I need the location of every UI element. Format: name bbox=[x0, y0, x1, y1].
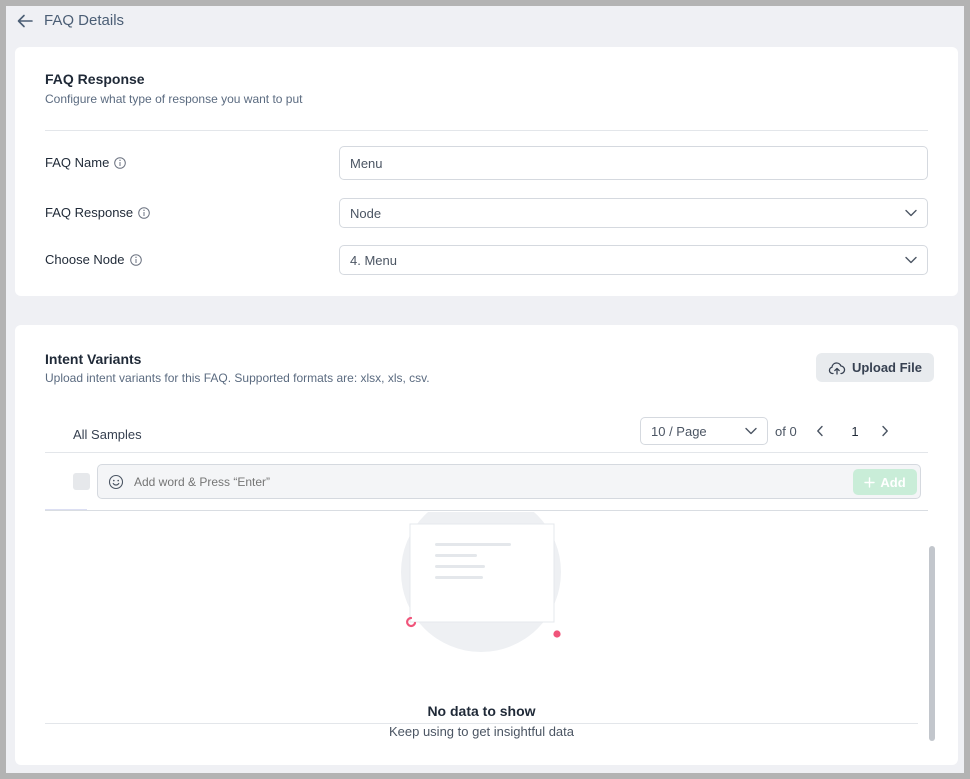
samples-toolbar: All Samples 10 / Page of 0 1 bbox=[45, 413, 928, 453]
divider bbox=[45, 130, 928, 131]
info-icon[interactable] bbox=[138, 206, 150, 219]
choose-node-value: 4. Menu bbox=[350, 252, 397, 268]
table-divider bbox=[45, 510, 928, 511]
choose-node-select[interactable]: 4. Menu bbox=[339, 245, 928, 275]
all-samples-label: All Samples bbox=[73, 427, 142, 442]
cloud-upload-icon bbox=[828, 361, 846, 375]
upload-file-label: Upload File bbox=[851, 360, 922, 375]
plus-icon bbox=[864, 476, 876, 488]
faq-response-card: FAQ Response Configure what type of resp… bbox=[15, 47, 958, 296]
faq-response-label: FAQ Response bbox=[45, 205, 150, 220]
faq-name-label-text: FAQ Name bbox=[45, 155, 110, 170]
select-all-checkbox[interactable] bbox=[73, 473, 90, 490]
chevron-down-icon bbox=[745, 427, 757, 435]
chevron-left-icon bbox=[817, 425, 823, 437]
faq-response-label-text: FAQ Response bbox=[45, 205, 134, 220]
faq-details-page: FAQ Details FAQ Response Configure what … bbox=[6, 6, 964, 773]
chevron-down-icon bbox=[905, 256, 917, 264]
page-size-value: 10 / Page bbox=[651, 423, 707, 439]
page-size-select[interactable]: 10 / Page bbox=[640, 417, 768, 445]
chevron-down-icon bbox=[905, 209, 917, 217]
add-button-label: Add bbox=[880, 474, 906, 490]
upload-file-button[interactable]: Upload File bbox=[815, 353, 934, 382]
emoji-icon[interactable] bbox=[108, 474, 124, 490]
choose-node-label-text: Choose Node bbox=[45, 252, 125, 267]
add-button[interactable]: Add bbox=[853, 469, 917, 495]
faq-name-label: FAQ Name bbox=[45, 155, 127, 170]
page-header: FAQ Details bbox=[6, 6, 964, 36]
add-variant-input[interactable] bbox=[134, 465, 834, 498]
empty-state-subtitle: Keep using to get insightful data bbox=[388, 724, 575, 739]
section-subtitle: Configure what type of response you want… bbox=[45, 92, 303, 106]
arrow-left-icon bbox=[17, 14, 33, 28]
next-page-button[interactable] bbox=[876, 422, 894, 440]
faq-name-input[interactable] bbox=[339, 146, 928, 180]
intent-variants-card: Intent Variants Upload intent variants f… bbox=[15, 325, 958, 765]
info-icon[interactable] bbox=[114, 156, 127, 169]
page-total: of 0 bbox=[775, 424, 797, 439]
add-variant-field: Add bbox=[97, 464, 921, 499]
faq-response-value: Node bbox=[350, 205, 382, 221]
section-title: FAQ Response bbox=[45, 71, 145, 87]
page-title: FAQ Details bbox=[44, 12, 125, 29]
choose-node-label: Choose Node bbox=[45, 252, 142, 267]
section-title: Intent Variants bbox=[45, 351, 142, 367]
add-variant-row: Add bbox=[45, 463, 928, 503]
faq-response-select[interactable]: Node bbox=[339, 198, 928, 228]
empty-state-illustration bbox=[401, 492, 566, 652]
current-page[interactable]: 1 bbox=[846, 424, 864, 439]
info-icon[interactable] bbox=[129, 253, 142, 266]
section-subtitle: Upload intent variants for this FAQ. Sup… bbox=[45, 371, 430, 385]
empty-state-title: No data to show bbox=[427, 703, 536, 719]
prev-page-button[interactable] bbox=[811, 422, 829, 440]
back-button[interactable] bbox=[14, 11, 36, 31]
chevron-right-icon bbox=[882, 425, 888, 437]
